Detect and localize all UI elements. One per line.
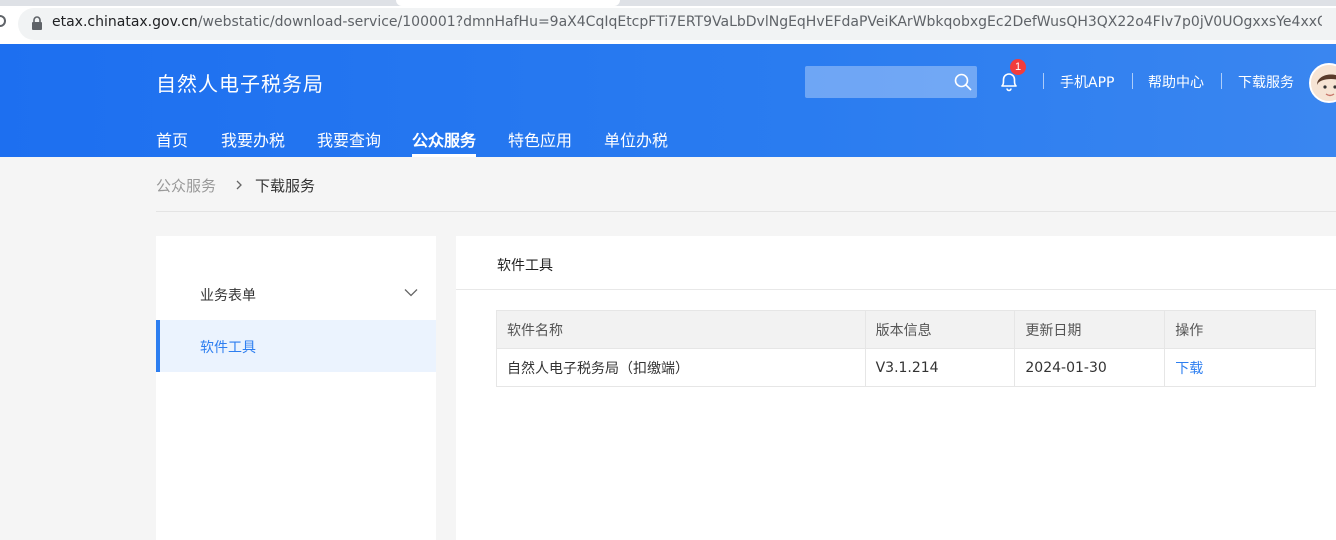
notification-badge: 1 [1010, 59, 1026, 75]
sidebar-item-business-forms[interactable]: 业务表单 [156, 268, 436, 320]
sidebar-item-software-tools[interactable]: 软件工具 [156, 320, 436, 372]
nav-query[interactable]: 我要查询 [317, 127, 381, 151]
breadcrumb-parent[interactable]: 公众服务 [156, 177, 216, 195]
help-center-link[interactable]: 帮助中心 [1148, 72, 1204, 92]
chevron-right-icon [236, 180, 242, 190]
nav-tax-handling[interactable]: 我要办税 [221, 127, 285, 151]
content-panel: 软件工具 软件名称 版本信息 更新日期 操作 自然人电子税务局（扣缴端） V3.… [456, 236, 1336, 540]
table-row: 自然人电子税务局（扣缴端） V3.1.214 2024-01-30 下载 [496, 348, 1316, 387]
site-title[interactable]: 自然人电子税务局 [156, 68, 324, 97]
column-header-name: 软件名称 [496, 310, 866, 349]
software-version: V3.1.214 [864, 348, 1016, 387]
nav-home[interactable]: 首页 [156, 127, 188, 151]
active-tab[interactable] [396, 0, 620, 6]
download-service-link[interactable]: 下载服务 [1238, 72, 1294, 92]
column-header-action: 操作 [1164, 310, 1316, 349]
url-text[interactable]: etax.chinatax.gov.cn/webstatic/download-… [52, 14, 1322, 30]
url-host: etax.chinatax.gov.cn [52, 14, 198, 30]
sidebar-item-label: 软件工具 [200, 340, 256, 356]
breadcrumb: 公众服务 下载服务 [156, 175, 315, 196]
lock-icon[interactable] [31, 16, 43, 30]
header-separator [1132, 73, 1133, 89]
avatar[interactable] [1309, 63, 1336, 103]
column-header-version: 版本信息 [864, 310, 1016, 349]
nav-featured-apps[interactable]: 特色应用 [508, 127, 572, 151]
table-header-row: 软件名称 版本信息 更新日期 操作 [496, 310, 1316, 349]
action-cell: 下载 [1164, 348, 1316, 387]
search-icon[interactable] [954, 73, 972, 91]
software-date: 2024-01-30 [1014, 348, 1166, 387]
chevron-down-icon[interactable] [404, 288, 418, 297]
nav-active-indicator [412, 154, 476, 157]
content-title: 软件工具 [497, 258, 553, 274]
search-input[interactable] [805, 66, 977, 98]
sidebar-active-indicator [156, 320, 160, 372]
sidebar-item-label: 业务表单 [200, 288, 256, 304]
site-header: 自然人电子税务局 1 手机APP 帮助中心 下载服务 首页 我要办税 我要查询 … [0, 44, 1336, 157]
header-separator [1043, 73, 1044, 89]
nav-unit-tax[interactable]: 单位办税 [604, 127, 668, 151]
url-path: /webstatic/download-service/100001?dmnHa… [197, 14, 1322, 30]
header-separator [1221, 73, 1222, 89]
software-table: 软件名称 版本信息 更新日期 操作 自然人电子税务局（扣缴端） V3.1.214… [496, 310, 1316, 387]
software-name: 自然人电子税务局（扣缴端） [496, 348, 866, 387]
sidebar: 业务表单 软件工具 [156, 236, 436, 540]
reload-icon[interactable] [0, 15, 6, 27]
browser-tab-strip [0, 0, 1336, 6]
avatar-face-icon [1311, 65, 1336, 101]
content-divider [456, 289, 1336, 290]
breadcrumb-current: 下载服务 [255, 177, 316, 195]
mobile-app-link[interactable]: 手机APP [1060, 72, 1114, 92]
nav-public-service[interactable]: 公众服务 [412, 127, 476, 151]
column-header-date: 更新日期 [1014, 310, 1166, 349]
browser-address-bar: etax.chinatax.gov.cn/webstatic/download-… [0, 0, 1336, 44]
breadcrumb-divider [156, 211, 1336, 212]
download-link[interactable]: 下载 [1175, 361, 1203, 377]
